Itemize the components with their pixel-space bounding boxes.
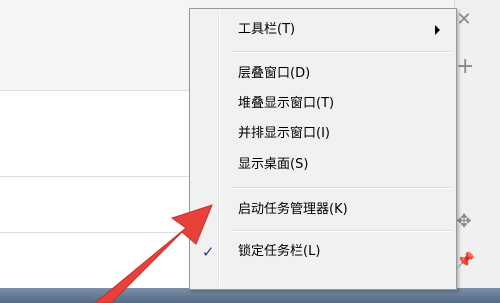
menu-item-label: 显示桌面(S): [238, 157, 309, 172]
menu-item-label: 层叠窗口(D): [238, 66, 311, 81]
taskbar[interactable]: [0, 288, 500, 303]
close-icon[interactable]: ✕: [456, 11, 472, 29]
checkmark-icon: ✓: [202, 243, 215, 261]
menu-item-side-by-side[interactable]: 并排显示窗口(I): [192, 123, 454, 145]
menu-item-toolbars[interactable]: 工具栏(T): [192, 19, 454, 41]
menu-separator: [232, 230, 452, 232]
divider: [0, 176, 190, 177]
divider: [0, 90, 190, 91]
menu-separator: [232, 51, 452, 53]
submenu-arrow-icon: [435, 25, 440, 35]
taskbar-context-menu: 工具栏(T) 层叠窗口(D) 堆叠显示窗口(T) 并排显示窗口(I) 显示桌面(…: [189, 8, 457, 290]
plus-icon[interactable]: +: [456, 56, 474, 78]
menu-item-label: 启动任务管理器(K): [238, 202, 348, 217]
menu-item-show-desktop[interactable]: 显示桌面(S): [192, 154, 454, 176]
move-icon[interactable]: ✥: [456, 213, 472, 231]
pin-icon[interactable]: 📌: [456, 252, 475, 268]
menu-item-label: 锁定任务栏(L): [238, 244, 321, 259]
menu-item-cascade-windows[interactable]: 层叠窗口(D): [192, 63, 454, 85]
menu-item-task-manager[interactable]: 启动任务管理器(K): [192, 199, 454, 221]
menu-item-label: 堆叠显示窗口(T): [238, 96, 335, 111]
menu-item-label: 工具栏(T): [238, 22, 296, 37]
menu-separator: [232, 187, 452, 189]
divider: [0, 232, 190, 233]
menu-item-label: 并排显示窗口(I): [238, 126, 330, 141]
menu-item-lock-taskbar[interactable]: ✓ 锁定任务栏(L): [192, 241, 454, 263]
menu-item-stack-windows[interactable]: 堆叠显示窗口(T): [192, 93, 454, 115]
